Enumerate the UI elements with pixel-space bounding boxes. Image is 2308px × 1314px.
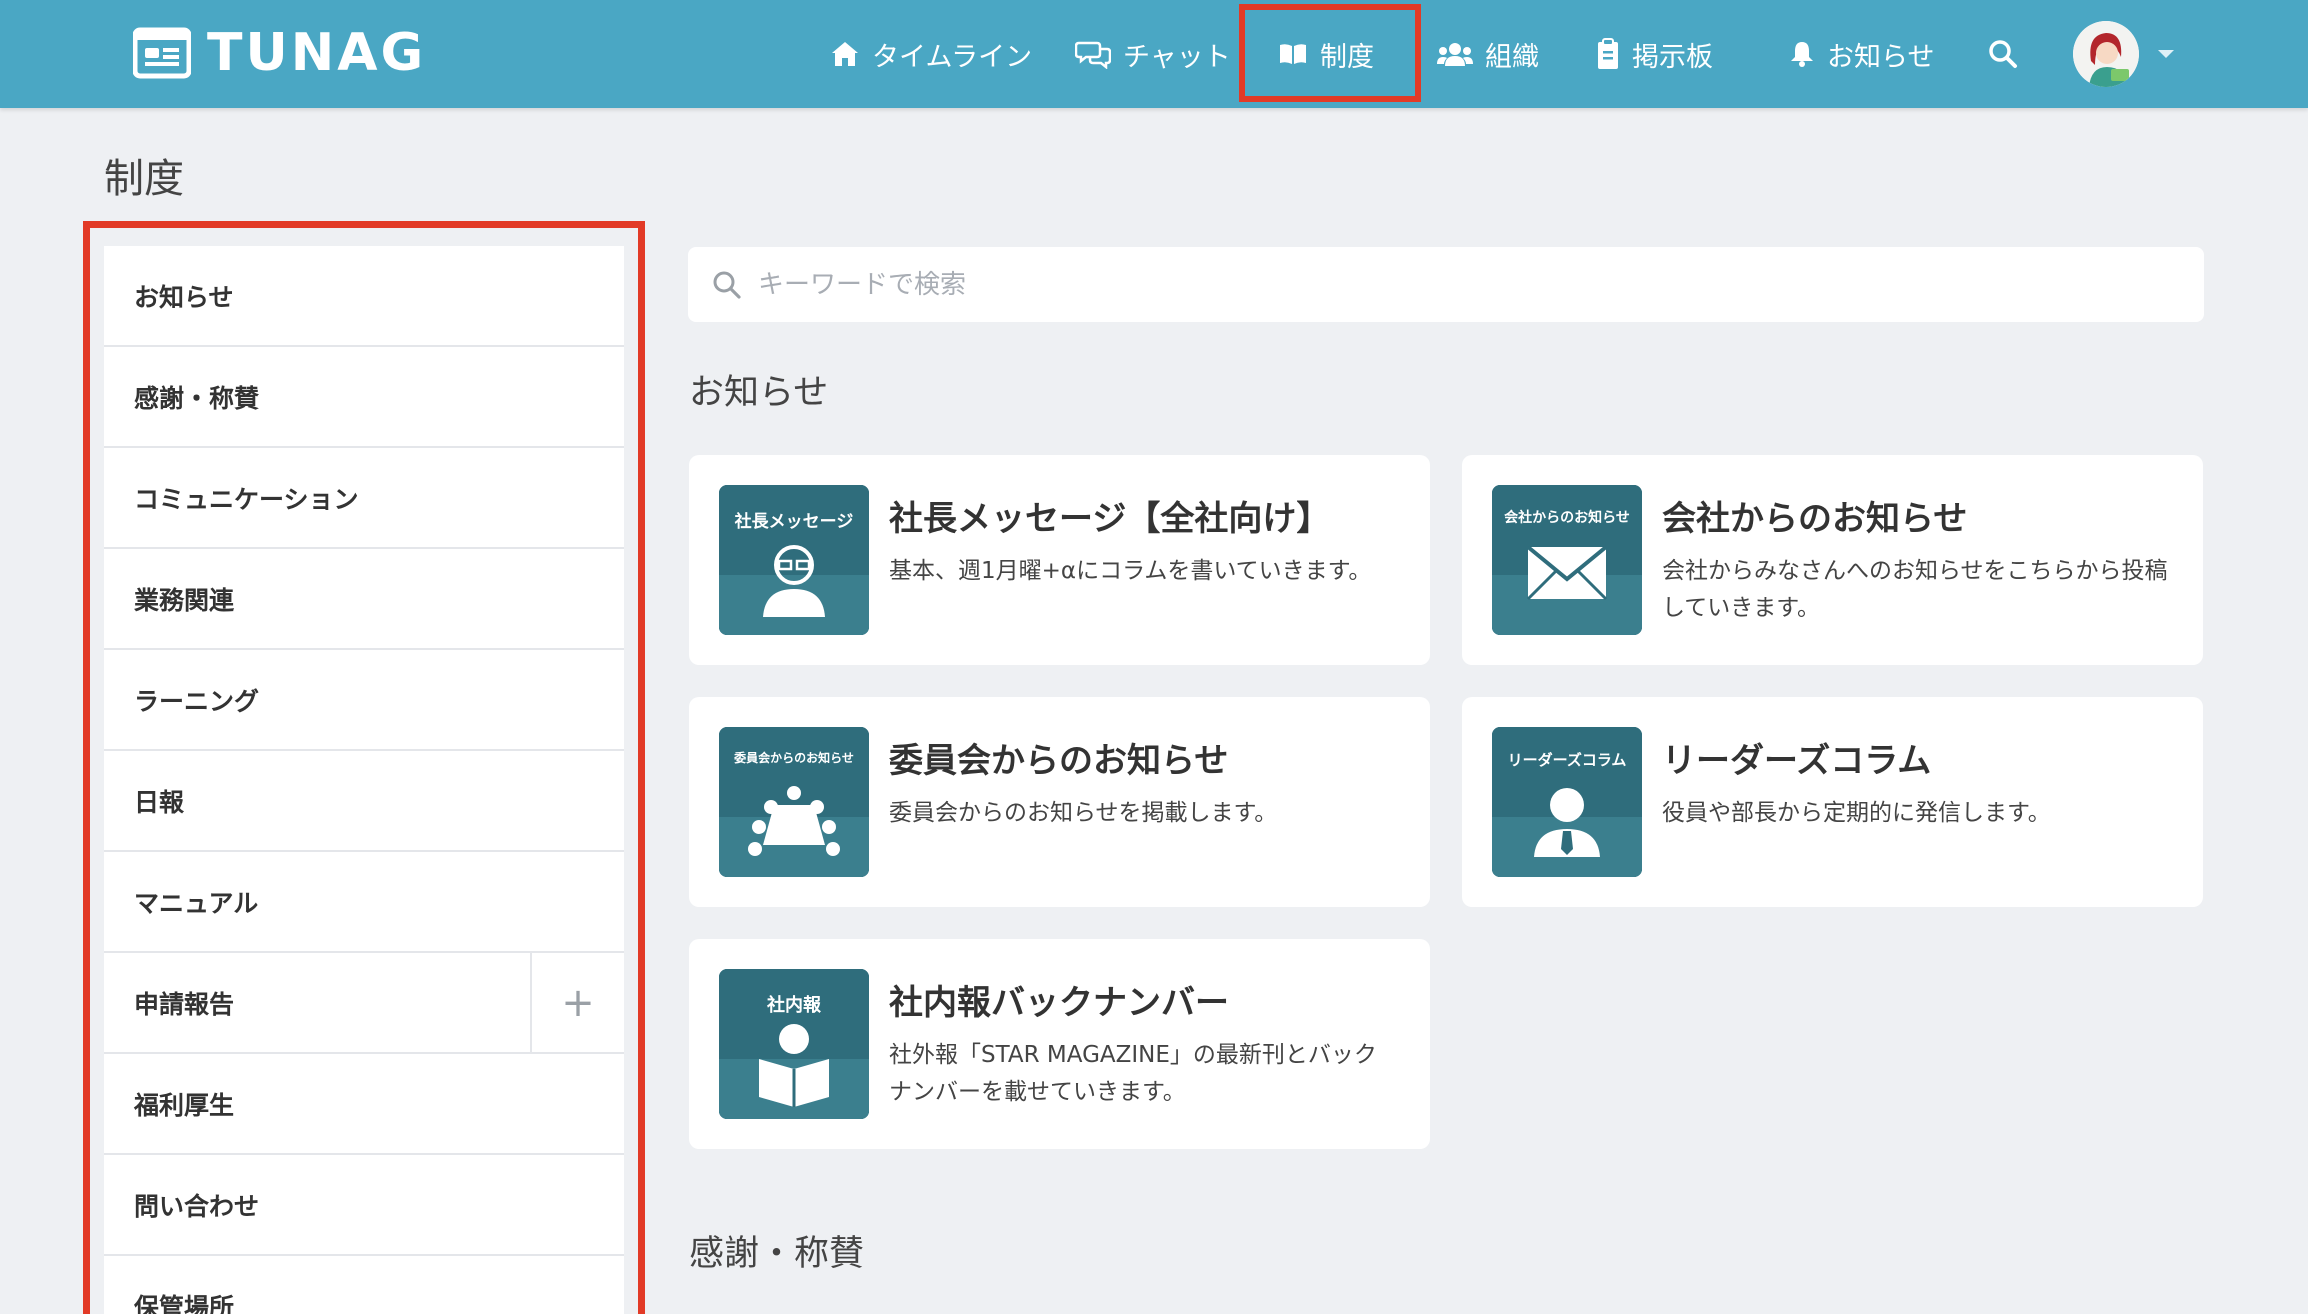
card-leaders-column[interactable]: リーダーズコラム リーダーズコラム 役員や部長から定期的に発信します。 (1462, 697, 2203, 907)
section-title-appreciation: 感謝・称賛 (689, 1234, 865, 1274)
card-description: 社外報「STAR MAGAZINE」の最新刊とバックナンバーを載せていきます。 (889, 1042, 1377, 1105)
nav-board[interactable]: 掲示板 (1596, 0, 1713, 108)
nav-organization[interactable]: 組織 (1437, 0, 1539, 108)
card-title: リーダーズコラム (1662, 741, 1932, 781)
thumbnail-label: 会社からのお知らせ (1504, 510, 1630, 526)
card-committee-notices[interactable]: 委員会からのお知らせ 委員会からのお知らせ 委員会からのお知らせを掲載します。 (689, 697, 1430, 907)
card-title: 社内報バックナンバー (889, 983, 1229, 1023)
card-description: 会社からみなさんへのお知らせをこちらから投稿していきます。 (1662, 558, 2168, 621)
card-company-notices[interactable]: 会社からのお知らせ 会社からのお知らせ 会社からみなさんへのお知らせをこちらから… (1462, 455, 2203, 665)
card-thumbnail: 委員会からのお知らせ (719, 727, 869, 877)
nav-chat[interactable]: チャット (1075, 0, 1231, 108)
clipboard-icon (1598, 38, 1618, 69)
logo-icon (133, 27, 191, 79)
nav-chat-label: チャット (1123, 41, 1231, 73)
thumbnail-label: リーダーズコラム (1507, 751, 1627, 769)
nav-organization-label: 組織 (1485, 41, 1539, 73)
section-title-notices: お知らせ (689, 373, 829, 413)
search-icon (713, 271, 741, 299)
card-description: 委員会からのお知らせを掲載します。 (889, 800, 1278, 826)
card-thumbnail: リーダーズコラム (1492, 727, 1642, 877)
nav-notifications[interactable]: お知らせ (1789, 0, 1934, 108)
card-thumbnail: 社内報 (719, 969, 869, 1119)
home-icon (832, 42, 858, 66)
nav-board-label: 掲示板 (1632, 41, 1713, 73)
sidebar-highlight-box (83, 221, 645, 1314)
search-input[interactable] (756, 268, 2160, 301)
card-description: 役員や部長から定期的に発信します。 (1662, 800, 2051, 826)
nav-notifications-label: お知らせ (1827, 41, 1935, 73)
logo-text: TUNAG (207, 23, 427, 83)
caret-down-icon[interactable] (2157, 48, 2175, 60)
page-title: 制度 (104, 156, 184, 202)
card-thumbnail: 社長メッセージ (719, 485, 869, 635)
thumbnail-label: 社内報 (767, 995, 821, 1016)
keyword-search[interactable] (688, 247, 2204, 322)
card-title: 委員会からのお知らせ (889, 741, 1229, 781)
card-president-message[interactable]: 社長メッセージ 社長メッセージ【全社向け】 基本、週1月曜+αにコラムを書いてい… (689, 455, 1430, 665)
nav-timeline-label: タイムライン (872, 41, 1033, 73)
bell-icon (1791, 42, 1813, 67)
card-thumbnail: 会社からのお知らせ (1492, 485, 1642, 635)
thumbnail-label: 社長メッセージ (734, 512, 854, 532)
card-title: 会社からのお知らせ (1662, 499, 1968, 539)
card-description: 基本、週1月曜+αにコラムを書いていきます。 (889, 558, 1372, 584)
user-avatar[interactable] (2073, 21, 2139, 87)
users-icon (1437, 43, 1473, 66)
nav-highlight-box (1239, 4, 1421, 102)
nav-timeline[interactable]: タイムライン (830, 0, 1032, 108)
top-header: TUNAG タイムライン チャット 制度 組織 掲示板 お知らせ (0, 0, 2308, 108)
card-title: 社長メッセージ【全社向け】 (889, 499, 1331, 539)
chat-icon (1075, 41, 1111, 69)
thumbnail-label: 委員会からのお知らせ (734, 751, 854, 765)
avatar-image (2073, 21, 2139, 87)
app-logo[interactable]: TUNAG (133, 24, 426, 82)
card-newsletter-backnumbers[interactable]: 社内報 社内報バックナンバー 社外報「STAR MAGAZINE」の最新刊とバッ… (689, 939, 1430, 1149)
header-search-button[interactable] (1988, 0, 2018, 108)
search-icon (1989, 40, 2017, 68)
